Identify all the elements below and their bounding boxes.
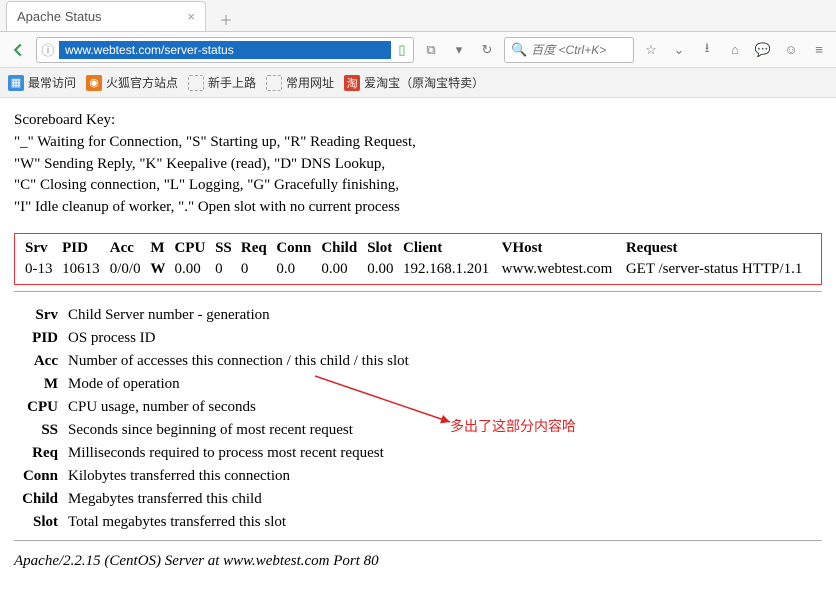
url-text: www.webtest.com/server-status: [59, 41, 391, 59]
menu-icon[interactable]: ≡: [808, 39, 830, 61]
th-request: Request: [622, 238, 815, 259]
firefox-icon: ◉: [86, 75, 102, 91]
cell-ss: 0: [211, 259, 237, 280]
cell-cpu: 0.00: [170, 259, 211, 280]
bookmark-common[interactable]: 常用网址: [266, 74, 334, 91]
divider: [14, 540, 822, 541]
scoreboard-line: "W" Sending Reply, "K" Keepalive (read),…: [14, 154, 822, 176]
back-button[interactable]: [6, 38, 30, 62]
def-row: SrvChild Server number - generation: [14, 304, 822, 327]
status-table: Srv PID Acc M CPU SS Req Conn Child Slot…: [21, 238, 815, 280]
scoreboard-line: "_" Waiting for Connection, "S" Starting…: [14, 132, 822, 154]
cell-m: W: [146, 259, 170, 280]
bookmark-label: 最常访问: [28, 74, 76, 91]
bookmarks-bar: ▦ 最常访问 ◉ 火狐官方站点 新手上路 常用网址 淘 爱淘宝（原淘宝特卖）: [0, 68, 836, 98]
def-row: SSSeconds since beginning of most recent…: [14, 419, 822, 442]
reload-button[interactable]: ↻: [476, 39, 498, 61]
url-box[interactable]: ⓘ www.webtest.com/server-status ▯: [36, 37, 414, 63]
th-vhost: VHost: [498, 238, 622, 259]
th-srv: Srv: [21, 238, 58, 259]
navigation-bar: ⓘ www.webtest.com/server-status ▯ ⧉ ▾ ↻ …: [0, 32, 836, 68]
def-row: SlotTotal megabytes transferred this slo…: [14, 511, 822, 534]
th-cpu: CPU: [170, 238, 211, 259]
bookmark-getting-started[interactable]: 新手上路: [188, 74, 256, 91]
cell-acc: 0/0/0: [106, 259, 147, 280]
pocket-icon[interactable]: ⌄: [668, 39, 690, 61]
definitions: SrvChild Server number - generation PIDO…: [14, 304, 822, 534]
annotation-text: 多出了这部分内容哈: [450, 416, 576, 436]
table-row: 0-13 10613 0/0/0 W 0.00 0 0 0.0 0.00 0.0…: [21, 259, 815, 280]
tab-title: Apache Status: [17, 9, 102, 24]
scoreboard-line: "I" Idle cleanup of worker, "." Open slo…: [14, 197, 822, 219]
cell-vhost: www.webtest.com: [498, 259, 622, 280]
th-conn: Conn: [272, 238, 317, 259]
scoreboard-key: Scoreboard Key: "_" Waiting for Connecti…: [14, 110, 822, 219]
page-content: Scoreboard Key: "_" Waiting for Connecti…: [0, 98, 836, 582]
bookmark-firefox[interactable]: ◉ 火狐官方站点: [86, 74, 178, 91]
def-row: AccNumber of accesses this connection / …: [14, 350, 822, 373]
chat-icon[interactable]: 💬: [752, 39, 774, 61]
th-client: Client: [399, 238, 498, 259]
bookmark-label: 爱淘宝（原淘宝特卖）: [364, 74, 484, 91]
dropdown-icon[interactable]: ▾: [448, 39, 470, 61]
bookmark-label: 火狐官方站点: [106, 74, 178, 91]
th-child: Child: [317, 238, 363, 259]
cell-child: 0.00: [317, 259, 363, 280]
bookmark-star-icon[interactable]: ☆: [640, 39, 662, 61]
th-req: Req: [237, 238, 272, 259]
page-wrapper: Scoreboard Key: "_" Waiting for Connecti…: [0, 98, 836, 582]
search-box[interactable]: 🔍: [504, 37, 634, 63]
globe-icon: ⓘ: [37, 40, 59, 59]
dashed-icon: [188, 75, 204, 91]
dashed-icon: [266, 75, 282, 91]
def-row: ConnKilobytes transferred this connectio…: [14, 465, 822, 488]
search-icon: 🔍: [511, 42, 527, 58]
cell-slot: 0.00: [363, 259, 399, 280]
back-icon: [11, 43, 25, 57]
status-table-box: Srv PID Acc M CPU SS Req Conn Child Slot…: [14, 233, 822, 285]
def-row: MMode of operation: [14, 373, 822, 396]
reader-icon[interactable]: ⧉: [420, 39, 442, 61]
def-row: PIDOS process ID: [14, 327, 822, 350]
cell-req: 0: [237, 259, 272, 280]
downloads-icon[interactable]: ⭳: [696, 39, 718, 61]
bookmark-label: 新手上路: [208, 74, 256, 91]
cell-request: GET /server-status HTTP/1.1: [622, 259, 815, 280]
most-visited-icon: ▦: [8, 75, 24, 91]
bookmark-most-visited[interactable]: ▦ 最常访问: [8, 74, 76, 91]
cell-pid: 10613: [58, 259, 106, 280]
cell-srv: 0-13: [21, 259, 58, 280]
smile-icon[interactable]: ☺: [780, 39, 802, 61]
scoreboard-title: Scoreboard Key:: [14, 110, 822, 132]
table-header-row: Srv PID Acc M CPU SS Req Conn Child Slot…: [21, 238, 815, 259]
scoreboard-line: "C" Closing connection, "L" Logging, "G"…: [14, 175, 822, 197]
cell-conn: 0.0: [272, 259, 317, 280]
def-row: ChildMegabytes transferred this child: [14, 488, 822, 511]
def-row: CPUCPU usage, number of seconds: [14, 396, 822, 419]
close-icon[interactable]: ×: [187, 9, 195, 24]
th-m: M: [146, 238, 170, 259]
search-input[interactable]: [531, 43, 627, 57]
divider: [14, 291, 822, 292]
shield-icon: ▯: [391, 42, 413, 58]
th-pid: PID: [58, 238, 106, 259]
th-ss: SS: [211, 238, 237, 259]
th-acc: Acc: [106, 238, 147, 259]
taobao-icon: 淘: [344, 75, 360, 91]
bookmark-taobao[interactable]: 淘 爱淘宝（原淘宝特卖）: [344, 74, 484, 91]
home-icon[interactable]: ⌂: [724, 39, 746, 61]
tab-apache-status[interactable]: Apache Status ×: [6, 1, 206, 31]
bookmark-label: 常用网址: [286, 74, 334, 91]
tab-bar: Apache Status × ＋: [0, 0, 836, 32]
th-slot: Slot: [363, 238, 399, 259]
cell-client: 192.168.1.201: [399, 259, 498, 280]
server-footer: Apache/2.2.15 (CentOS) Server at www.web…: [14, 553, 822, 570]
new-tab-button[interactable]: ＋: [212, 7, 240, 31]
def-row: ReqMilliseconds required to process most…: [14, 442, 822, 465]
